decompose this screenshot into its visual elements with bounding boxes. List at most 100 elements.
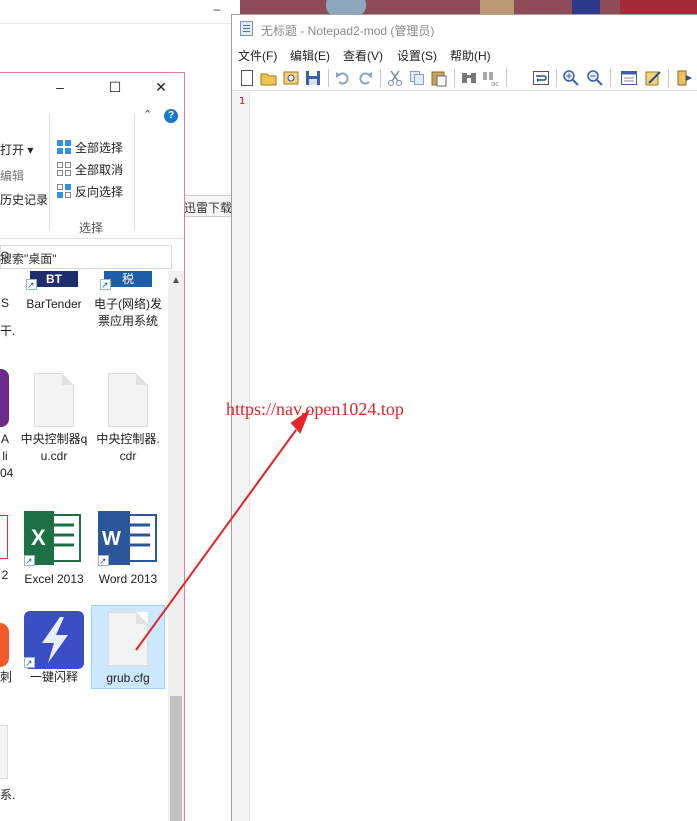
- file-label: 电子(网络)发票应用系统: [94, 297, 162, 328]
- file-item-document[interactable]: 中央控制器.cdr: [94, 369, 162, 481]
- save-icon[interactable]: [304, 69, 322, 87]
- file-label: 中央控制器.cdr: [96, 432, 160, 463]
- history-button[interactable]: 历史记录: [0, 191, 48, 208]
- file-label: 中央控制器qu.cdr: [20, 432, 88, 463]
- ribbon-group-label: 选择: [79, 221, 104, 235]
- menu-view[interactable]: 查看(V): [343, 47, 383, 64]
- file-item-grub-cfg[interactable]: grub.cfg: [91, 605, 165, 689]
- app-icon-partial[interactable]: [0, 623, 9, 667]
- file-label: Word 2013: [98, 572, 158, 586]
- toolbar-separator: [328, 69, 329, 87]
- word-wrap-icon[interactable]: [532, 69, 550, 87]
- partial-file-label: 干.: [0, 324, 16, 338]
- file-item-flash-release[interactable]: 一键闪释: [20, 609, 88, 689]
- shortcut-arrow-icon: [98, 553, 109, 570]
- taskbar-app-icon[interactable]: [480, 0, 514, 14]
- open-button[interactable]: 打开 ▾: [0, 141, 33, 158]
- bartender-icon: BT: [30, 271, 78, 287]
- document-icon: [108, 612, 148, 666]
- invert-selection-label: 反向选择: [75, 184, 124, 199]
- taskbar-app-icon[interactable]: [572, 0, 600, 14]
- select-none-button[interactable]: 全部取消: [56, 159, 123, 179]
- desktop-background-strip: [240, 0, 697, 16]
- svg-text:X: X: [31, 525, 46, 550]
- edit-button[interactable]: 编辑: [0, 167, 24, 184]
- file-item-word[interactable]: W Word 2013: [94, 507, 162, 607]
- search-icon[interactable]: ⚲: [0, 249, 165, 265]
- toolbar: ac: [232, 65, 697, 91]
- file-label: BarTender: [26, 297, 82, 311]
- redo-icon[interactable]: [356, 69, 374, 87]
- svg-text:W: W: [102, 528, 121, 550]
- file-item-invoice-app[interactable]: 税 电子(网络)发票应用系统: [92, 271, 164, 351]
- zoom-out-icon[interactable]: [586, 69, 604, 87]
- maximize-icon[interactable]: ☐: [103, 79, 127, 99]
- desktop: – 迅雷下载 – ☐ ✕ ⌃ ? 打开 ▾ 编辑 历史记录 全部选择 全部取消 …: [0, 0, 697, 821]
- search-input[interactable]: 搜索"桌面" ⚲: [0, 245, 172, 269]
- open-folder-icon[interactable]: [260, 69, 278, 87]
- invert-selection-button[interactable]: 反向选择: [56, 181, 123, 201]
- chevron-up-icon[interactable]: ⌃: [143, 108, 152, 121]
- paste-icon[interactable]: [430, 69, 448, 87]
- menu-settings[interactable]: 设置(S): [397, 47, 437, 64]
- watermark-url: https://nav.open1024.top: [226, 399, 404, 419]
- minimize-icon[interactable]: –: [48, 79, 72, 99]
- document-icon: [34, 373, 74, 427]
- select-all-button[interactable]: 全部选择: [56, 137, 123, 157]
- customize-schemes-icon[interactable]: [644, 69, 662, 87]
- partial-file-label: 刺: [0, 670, 13, 684]
- menu-edit[interactable]: 编辑(E): [290, 47, 330, 64]
- browse-icon[interactable]: [282, 69, 300, 87]
- file-label: 一键闪释: [29, 670, 78, 684]
- shortcut-arrow-icon: [24, 553, 35, 570]
- file-item-bartender[interactable]: BT BarTender: [20, 271, 88, 321]
- text-editor[interactable]: 1: [232, 92, 697, 821]
- chevron-up-icon[interactable]: ▲: [171, 275, 181, 286]
- replace-icon[interactable]: ac: [482, 69, 500, 88]
- partial-file-label: A: [0, 432, 9, 446]
- document-icon: [108, 373, 148, 427]
- partial-file-label: li: [2, 449, 8, 463]
- select-all-label: 全部选择: [75, 140, 124, 155]
- toolbar-separator: [556, 69, 557, 87]
- partial-file-label: 04: [0, 466, 14, 480]
- vertical-scrollbar[interactable]: ▲: [168, 271, 184, 821]
- file-item-document[interactable]: 中央控制器qu.cdr: [20, 369, 88, 481]
- shortcut-arrow-icon: [26, 277, 37, 294]
- notepad-app-icon[interactable]: [240, 21, 253, 36]
- divider: [134, 113, 135, 231]
- select-all-icon: [56, 139, 72, 155]
- find-icon[interactable]: [460, 69, 478, 87]
- app-icon-partial[interactable]: [0, 515, 8, 559]
- file-label: grub.cfg: [106, 671, 150, 685]
- app-icon-partial[interactable]: [0, 369, 9, 427]
- undo-icon[interactable]: [334, 69, 352, 87]
- file-item-excel[interactable]: X Excel 2013: [20, 507, 88, 587]
- new-file-icon[interactable]: [238, 69, 256, 87]
- cut-icon[interactable]: [386, 69, 404, 87]
- toolbar-separator: [668, 69, 669, 87]
- divider: [49, 113, 50, 231]
- line-number-gutter: 1: [232, 92, 250, 821]
- select-none-icon: [56, 161, 72, 177]
- scrollbar-thumb[interactable]: [170, 696, 182, 821]
- close-icon[interactable]: ✕: [149, 79, 173, 99]
- file-label: Excel 2013: [24, 572, 84, 586]
- background-tab-label: 迅雷下载: [184, 201, 233, 215]
- menu-help[interactable]: 帮助(H): [450, 47, 491, 64]
- select-none-label: 全部取消: [75, 162, 124, 177]
- copy-icon[interactable]: [408, 69, 426, 87]
- scheme-icon[interactable]: [620, 69, 638, 87]
- invoice-app-icon: 税: [104, 271, 152, 287]
- toolbar-separator: [610, 69, 611, 87]
- toolbar-separator: [380, 69, 381, 87]
- file-explorer-window: – ☐ ✕ ⌃ ? 打开 ▾ 编辑 历史记录 全部选择 全部取消 反向选择 选择…: [0, 72, 185, 821]
- document-icon[interactable]: [0, 725, 8, 779]
- menu-file[interactable]: 文件(F): [238, 47, 277, 64]
- minimize-icon[interactable]: –: [205, 2, 229, 20]
- window-title: 无标题 - Notepad2-mod (管理员): [261, 24, 435, 38]
- partial-file-label: 系.: [0, 788, 16, 802]
- exit-icon[interactable]: [676, 69, 694, 87]
- help-icon[interactable]: ?: [164, 109, 178, 123]
- zoom-in-icon[interactable]: [562, 69, 580, 87]
